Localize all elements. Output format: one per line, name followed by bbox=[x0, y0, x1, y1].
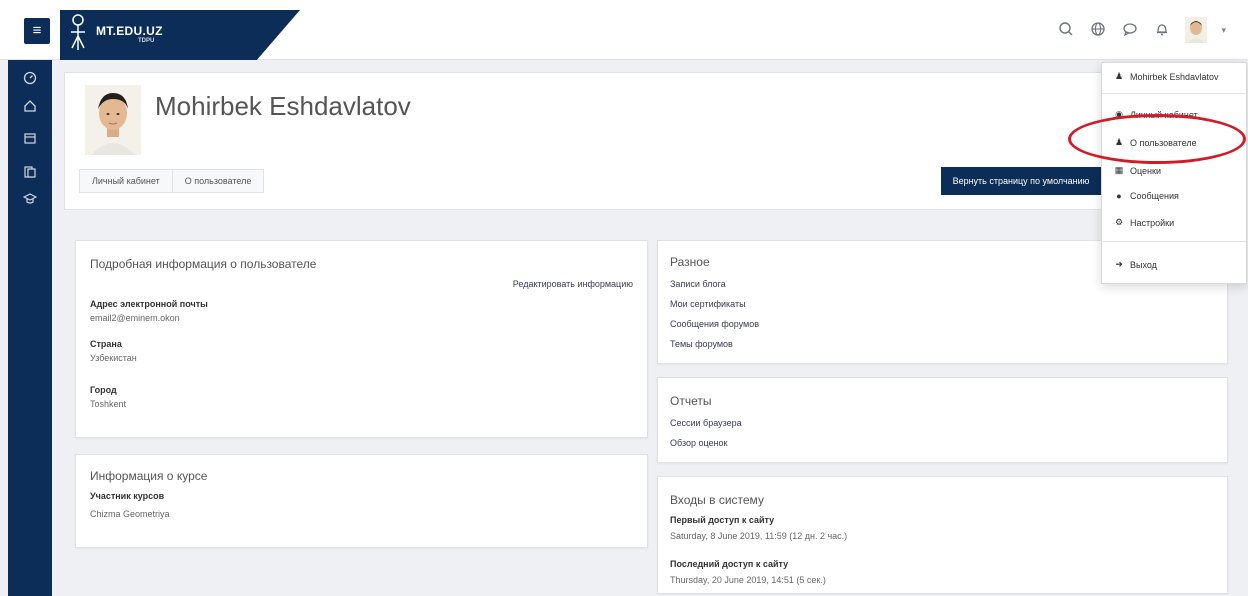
brand-banner[interactable]: MT.EDU.UZ TDPU bbox=[60, 10, 300, 60]
first-access-label: Первый доступ к сайту bbox=[670, 515, 775, 525]
brand-subtitle: TDPU bbox=[138, 38, 155, 44]
bell-icon[interactable] bbox=[1153, 21, 1171, 39]
profile-avatar bbox=[85, 85, 141, 155]
breadcrumb: Личный кабинет О пользователе bbox=[79, 169, 265, 193]
blog-entries-link[interactable]: Записи блога bbox=[670, 279, 726, 289]
user-dropdown-menu: ♟ Mohirbek Eshdavlatov ◉ Личный кабинет … bbox=[1101, 62, 1247, 284]
user-details-title: Подробная информация о пользователе bbox=[90, 257, 317, 271]
dashboard-icon[interactable] bbox=[20, 70, 40, 90]
forum-topics-link[interactable]: Темы форумов bbox=[670, 339, 733, 349]
navbar-icons: ▾ bbox=[1057, 16, 1226, 44]
city-value: Toshkent bbox=[90, 399, 127, 409]
grades-overview-link[interactable]: Обзор оценок bbox=[670, 438, 727, 448]
page-title: Mohirbek Eshdavlatov bbox=[155, 91, 411, 121]
first-access-value: Saturday, 8 June 2019, 11:59 (12 дн. 2 ч… bbox=[670, 531, 848, 541]
reports-card: Отчеты Сессии браузера Обзор оценок bbox=[657, 377, 1228, 463]
course-info-card: Информация о курсе Участник курсов Chizm… bbox=[75, 454, 648, 548]
email-label: Адрес электронной почты bbox=[90, 299, 208, 309]
last-access-value: Thursday, 20 June 2019, 14:51 (5 сек.) bbox=[670, 575, 826, 585]
menu-item-grades[interactable]: ▦ Оценки bbox=[1114, 165, 1161, 176]
course-info-title: Информация о курсе bbox=[90, 469, 208, 483]
menu-divider bbox=[1102, 93, 1246, 94]
globe-icon[interactable] bbox=[1089, 21, 1107, 39]
calendar-icon[interactable] bbox=[20, 130, 40, 150]
menu-item-username[interactable]: ♟ Mohirbek Eshdavlatov bbox=[1114, 71, 1219, 82]
menu-item-messages[interactable]: ● Сообщения bbox=[1114, 191, 1179, 201]
top-navbar: ≡ MT.EDU.UZ TDPU ▾ bbox=[0, 0, 1248, 60]
user-avatar[interactable] bbox=[1185, 17, 1208, 43]
email-value[interactable]: email2@eminem.okon bbox=[90, 313, 180, 323]
reports-title: Отчеты bbox=[670, 394, 712, 408]
chevron-down-icon[interactable]: ▾ bbox=[1221, 25, 1226, 36]
highlight-annotation bbox=[1068, 114, 1246, 164]
menu-username-label: Mohirbek Eshdavlatov bbox=[1130, 71, 1219, 82]
brand-logo-icon bbox=[71, 14, 85, 50]
left-sidebar bbox=[8, 60, 52, 596]
logins-card: Входы в систему Первый доступ к сайту Sa… bbox=[657, 476, 1228, 594]
course-link[interactable]: Chizma Geometriya bbox=[90, 509, 170, 519]
menu-logout-label: Выход bbox=[1130, 259, 1157, 270]
wrench-icon: ⚙ bbox=[1114, 217, 1124, 227]
menu-divider bbox=[1102, 241, 1246, 242]
menu-preferences-label: Настройки bbox=[1130, 217, 1175, 228]
forum-posts-link[interactable]: Сообщения форумов bbox=[670, 319, 759, 329]
browser-sessions-link[interactable]: Сессии браузера bbox=[670, 418, 742, 428]
breadcrumb-current-page: О пользователе bbox=[171, 170, 264, 192]
files-icon[interactable] bbox=[20, 164, 40, 184]
user-details-card: Подробная информация о пользователе Реда… bbox=[75, 240, 648, 438]
menu-item-logout[interactable]: ➜ Выход bbox=[1114, 259, 1157, 270]
last-access-label: Последний доступ к сайту bbox=[670, 559, 789, 569]
chat-icon[interactable] bbox=[1121, 21, 1139, 39]
graduation-icon[interactable] bbox=[20, 190, 40, 210]
home-icon[interactable] bbox=[20, 98, 40, 118]
user-icon: ♟ bbox=[1114, 71, 1124, 81]
course-member-label: Участник курсов bbox=[90, 491, 165, 501]
table-icon: ▦ bbox=[1114, 165, 1124, 175]
menu-grades-label: Оценки bbox=[1130, 165, 1161, 176]
menu-item-preferences[interactable]: ⚙ Настройки bbox=[1114, 217, 1174, 228]
city-label: Город bbox=[90, 385, 117, 395]
speech-bubble-icon: ● bbox=[1116, 191, 1122, 201]
search-icon[interactable] bbox=[1057, 21, 1075, 39]
misc-title: Разное bbox=[670, 255, 710, 269]
hamburger-menu-button[interactable]: ≡ bbox=[24, 18, 50, 44]
reset-page-button[interactable]: Вернуть страницу по умолчанию bbox=[941, 167, 1101, 195]
sign-out-icon: ➜ bbox=[1115, 259, 1123, 269]
logins-title: Входы в систему bbox=[670, 493, 764, 507]
brand-name: MT.EDU.UZ bbox=[96, 24, 163, 38]
menu-messages-label: Сообщения bbox=[1130, 191, 1179, 201]
breadcrumb-dashboard-link[interactable]: Личный кабинет bbox=[80, 170, 172, 192]
country-label: Страна bbox=[90, 339, 122, 349]
my-certificates-link[interactable]: Мои сертификаты bbox=[670, 299, 746, 309]
profile-header-card: Mohirbek Eshdavlatov Личный кабинет О по… bbox=[64, 72, 1242, 210]
edit-profile-link[interactable]: Редактировать информацию bbox=[513, 279, 633, 289]
country-value: Узбекистан bbox=[90, 353, 137, 363]
